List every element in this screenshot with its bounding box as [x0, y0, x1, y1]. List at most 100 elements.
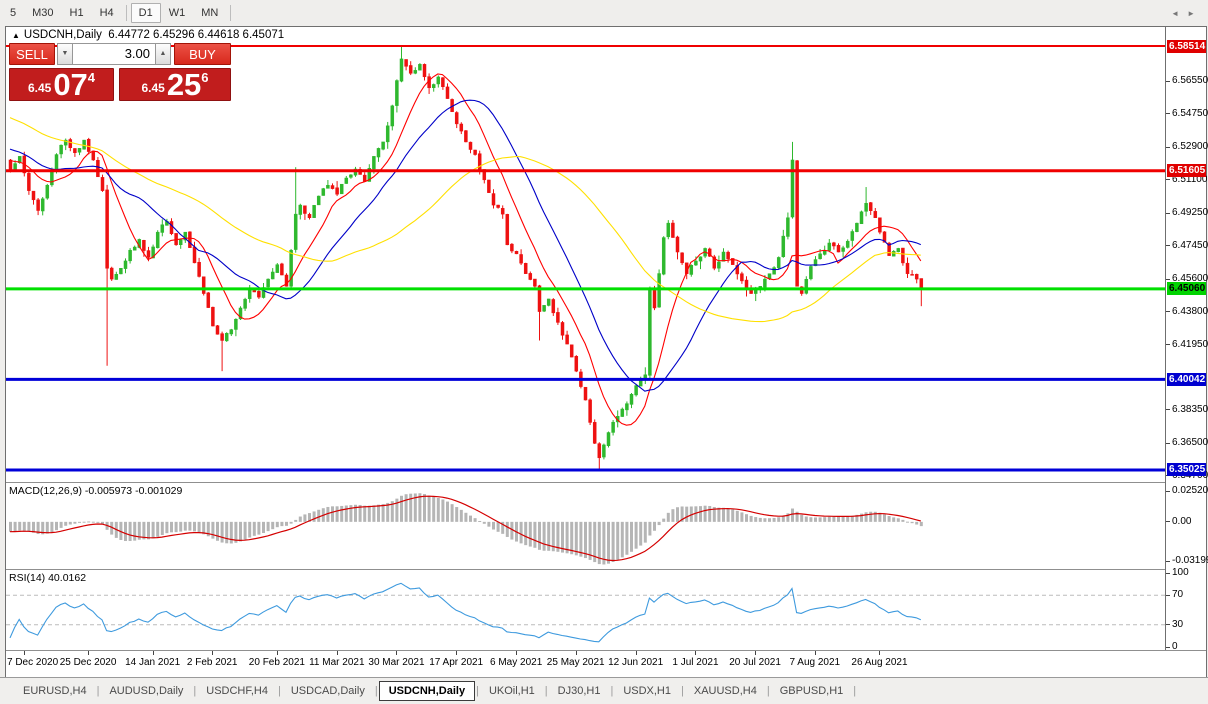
- rsi-tick-label: 70: [1172, 589, 1184, 601]
- buy-price-prefix: 6.45: [141, 81, 165, 95]
- price-tick-label: 6.49250: [1172, 207, 1208, 219]
- date-axis[interactable]: 7 Dec 2020 25 Dec 2020 14 Jan 2021 2 Feb 20…: [6, 651, 1206, 677]
- macd-tick-label: 0.00: [1172, 515, 1192, 527]
- date-label: 25 May 2021: [546, 657, 605, 668]
- date-tick-mark: [212, 651, 214, 655]
- date-label: 7 Dec 2020: [7, 657, 59, 668]
- rsi-panel[interactable]: RSI(14) 40.0162: [6, 570, 1165, 650]
- toolbar-separator: [230, 5, 232, 21]
- date-tick-mark: [456, 651, 458, 655]
- collapse-arrow-icon[interactable]: ▲: [12, 31, 20, 40]
- price-tag-6.58514: 6.58514: [1167, 39, 1206, 53]
- one-click-trade-widget: SELL ▼ 3.00 ▲ BUY 6.45 07 4 6.45 25 6: [9, 43, 231, 125]
- tab-usdchf-h4[interactable]: USDCHF,H4: [197, 682, 277, 700]
- date-label: 1 Jul 2021: [672, 657, 719, 668]
- date-label: 7 Aug 2021: [789, 657, 841, 668]
- volume-field[interactable]: 3.00: [72, 43, 156, 65]
- chart-title: ▲ USDCNH,Daily 6.44772 6.45296 6.44618 6.…: [12, 29, 284, 41]
- sell-price-pip: 4: [87, 70, 96, 85]
- sell-price-panel[interactable]: 6.45 07 4: [9, 68, 114, 101]
- tab-eurusd-h4[interactable]: EURUSD,H4: [14, 682, 96, 700]
- buy-button[interactable]: BUY: [174, 43, 231, 65]
- date-tick-mark: [23, 651, 25, 655]
- date-tick-mark: [695, 651, 697, 655]
- tab-separator: |: [544, 685, 548, 697]
- date-tick-mark: [755, 651, 757, 655]
- sell-price-prefix: 6.45: [27, 81, 52, 95]
- ma-slow-line: [9, 117, 921, 323]
- volume-increase-button[interactable]: ▲: [155, 43, 171, 65]
- terminal-screen: 5 M30 H1 H4 D1 W1 MN ▲ USDCNH,Daily 6.44772 6.4…: [0, 0, 1208, 704]
- macd-panel[interactable]: MACD(12,26,9) -0.005973 -0.001029: [6, 483, 1165, 569]
- price-tick-mark: [1166, 179, 1170, 181]
- price-tick-label: 6.47450: [1172, 239, 1208, 251]
- rsi-tick-mark: [1166, 646, 1170, 648]
- timeframe-button-mn[interactable]: MN: [193, 3, 226, 23]
- date-tick-mark: [396, 651, 398, 655]
- timeframe-button-w1[interactable]: W1: [161, 3, 194, 23]
- timeframe-button-h1[interactable]: H1: [62, 3, 92, 23]
- price-tick-mark: [1166, 344, 1170, 346]
- price-tick-mark: [1166, 311, 1170, 313]
- price-tick-mark: [1166, 409, 1170, 411]
- date-label: 12 Jun 2021: [608, 657, 664, 668]
- date-label: 17 Apr 2021: [429, 657, 484, 668]
- date-label: 6 May 2021: [490, 657, 543, 668]
- timeframe-button-d1[interactable]: D1: [130, 3, 161, 23]
- tab-separator: |: [681, 685, 684, 697]
- tab-dj30-h1[interactable]: DJ30,H1: [549, 682, 610, 700]
- date-tick-mark: [336, 651, 338, 655]
- tab-audusd-daily[interactable]: AUDUSD,Daily: [100, 682, 192, 700]
- timeframe-button-5[interactable]: 5: [2, 3, 24, 23]
- buy-price-panel[interactable]: 6.45 25 6: [119, 68, 231, 101]
- price-tick-mark: [1166, 146, 1170, 148]
- date-label: 11 Mar 2021: [309, 657, 365, 668]
- price-tick-label: 6.56550: [1172, 75, 1208, 87]
- price-tick-label: 6.41950: [1172, 338, 1208, 350]
- tab-usdx-h1[interactable]: USDX,H1: [614, 682, 680, 700]
- rsi-tick-mark: [1166, 624, 1170, 626]
- rsi-tick-mark: [1166, 594, 1170, 596]
- date-tick-mark: [635, 651, 637, 655]
- price-tick-mark: [1166, 442, 1170, 444]
- date-tick-mark: [152, 651, 154, 655]
- price-tag-6.35025: 6.35025: [1167, 463, 1206, 477]
- date-tick-mark: [276, 651, 278, 655]
- sell-button[interactable]: SELL: [9, 43, 55, 65]
- macd-tick-label: -0.031994: [1172, 555, 1208, 566]
- rsi-chart-svg[interactable]: [6, 570, 1165, 650]
- sell-price-big: 07: [53, 67, 88, 102]
- price-tick-label: 6.38350: [1172, 403, 1208, 415]
- macd-tick-label: 0.025209: [1172, 485, 1208, 496]
- tab-xauusd-h4[interactable]: XAUUSD,H4: [685, 682, 766, 700]
- tab-gbpusd-h1[interactable]: GBPUSD,H1: [771, 682, 853, 700]
- timeframe-button-m30[interactable]: M30: [24, 3, 61, 23]
- price-tick-label: 6.36500: [1172, 437, 1208, 449]
- tab-usdcnh-daily[interactable]: USDCNH,Daily: [378, 681, 476, 701]
- macd-histogram: [9, 493, 923, 565]
- timeframe-toolbar: 5 M30 H1 H4 D1 W1 MN: [0, 0, 1208, 26]
- rsi-tick-mark: [1166, 572, 1170, 574]
- macd-tick-mark: [1166, 560, 1170, 562]
- volume-decrease-button[interactable]: ▼: [57, 43, 73, 65]
- tab-ukoil-h1[interactable]: UKOil,H1: [480, 682, 544, 700]
- tab-usdcad-daily[interactable]: USDCAD,Daily: [282, 682, 374, 700]
- date-tick-mark: [88, 651, 90, 655]
- date-label: 26 Aug 2021: [851, 657, 908, 668]
- date-label: 2 Feb 2021: [186, 657, 238, 668]
- tab-scroll-arrows: ◄►: [1171, 9, 1203, 18]
- tab-scroll-left-icon[interactable]: ◄: [1171, 9, 1187, 18]
- macd-label: MACD(12,26,9) -0.005973 -0.001029: [9, 485, 183, 497]
- timeframe-button-h4[interactable]: H4: [92, 3, 122, 23]
- toolbar-separator: [125, 5, 127, 21]
- price-tag-6.40042: 6.40042: [1167, 372, 1206, 386]
- tab-separator: |: [610, 685, 614, 697]
- rsi-tick-label: 30: [1172, 618, 1184, 630]
- price-tick-label: 6.52900: [1172, 141, 1208, 153]
- price-axis[interactable]: 6.56550 6.54750 6.52900 6.51100 6.49250 6.474…: [1165, 27, 1208, 652]
- price-tick-mark: [1166, 245, 1170, 247]
- tab-separator: |: [476, 685, 479, 697]
- price-tick-label: 6.43800: [1172, 305, 1208, 317]
- price-tag-6.45060: 6.45060: [1167, 282, 1206, 296]
- tab-scroll-right-icon[interactable]: ►: [1187, 9, 1203, 18]
